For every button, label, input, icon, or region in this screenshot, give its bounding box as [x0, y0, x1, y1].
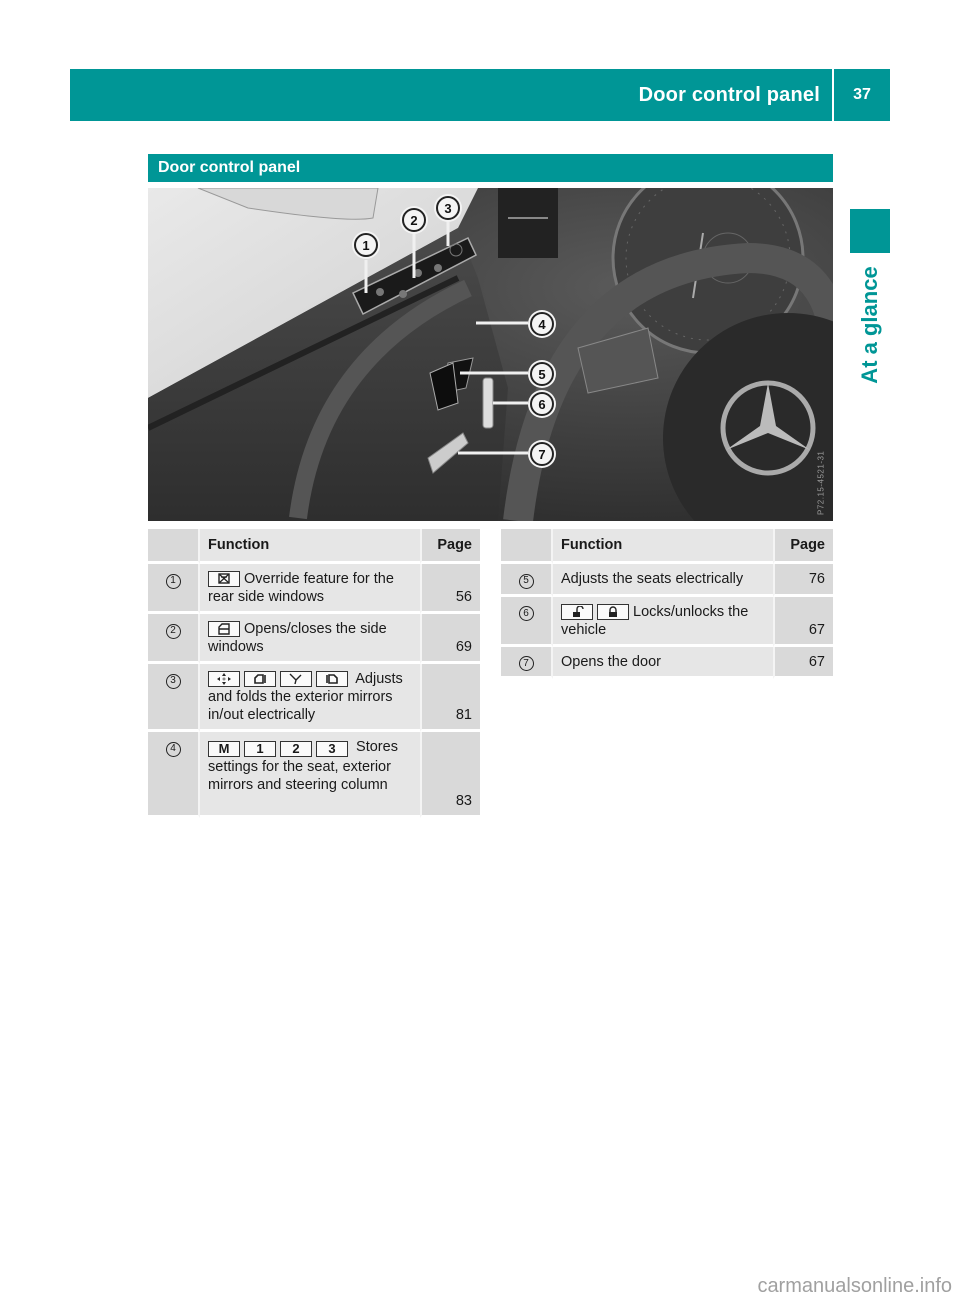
- side-tab-label: At a glance: [846, 260, 894, 390]
- rear-window-override-icon: [208, 571, 240, 587]
- header-number: [501, 529, 553, 564]
- watermark: carmanualsonline.info: [757, 1275, 952, 1297]
- page-ref[interactable]: 76: [773, 564, 833, 597]
- table-row: 1 Override feature for the rear side win…: [148, 564, 480, 614]
- page-ref[interactable]: 69: [420, 614, 480, 664]
- page-ref[interactable]: 56: [420, 564, 480, 614]
- callout-7: 7: [530, 442, 554, 466]
- mirror-adjust-arrows-icon: [208, 671, 240, 687]
- callout-1: 1: [354, 233, 378, 257]
- page-ref[interactable]: 81: [420, 664, 480, 732]
- running-header-bar: Door control panel: [70, 69, 832, 121]
- section-header: Door control panel: [148, 154, 833, 182]
- photo-illustration: [148, 188, 833, 521]
- callout-3: 3: [436, 196, 460, 220]
- function-table-left: Function Page 1 Override feature for the…: [148, 529, 480, 818]
- header-number: [148, 529, 200, 564]
- memory-key-3: 3: [316, 740, 348, 757]
- header-function: Function: [200, 529, 420, 564]
- table-row: 5 Adjusts the seats electrically 76: [501, 564, 833, 597]
- table-row: 7 Opens the door 67: [501, 646, 833, 679]
- table-row: 4 M 1 2 3 Stores settings for the seat, …: [148, 732, 480, 818]
- section-title: Door control panel: [158, 159, 301, 176]
- mirror-fold-icon: [280, 671, 312, 687]
- right-mirror-icon: [316, 671, 348, 687]
- table-header-row: Function Page: [148, 529, 480, 564]
- page-ref[interactable]: 67: [773, 646, 833, 679]
- item-number: 1: [165, 573, 181, 589]
- table-header-row: Function Page: [501, 529, 833, 564]
- item-number: 6: [518, 606, 534, 621]
- item-number: 4: [165, 741, 181, 757]
- header-page: Page: [773, 529, 833, 564]
- image-code: P72.15-4521-31: [816, 450, 825, 515]
- page-number: 37: [834, 69, 890, 121]
- header-function: Function: [553, 529, 773, 564]
- lock-icon: [597, 603, 629, 620]
- callout-5: 5: [530, 362, 554, 386]
- door-control-photo: 1 2 3 4 5 6 7 P72.15-4521-31: [148, 188, 833, 521]
- memory-key-1: 1: [244, 740, 276, 757]
- function-text: Adjusts the seats electrically: [561, 571, 744, 587]
- item-number: 2: [165, 623, 181, 639]
- table-row: 2 Opens/closes the side windows 69: [148, 614, 480, 664]
- function-table-right: Function Page 5 Adjusts the seats electr…: [501, 529, 833, 679]
- callout-4: 4: [530, 312, 554, 336]
- callout-6: 6: [530, 392, 554, 416]
- unlock-icon: [561, 603, 593, 620]
- side-tab-marker: [850, 209, 890, 253]
- item-number: 3: [165, 673, 181, 689]
- item-number: 7: [518, 656, 534, 671]
- table-row: 6 Locks/unlocks the vehicle 67: [501, 596, 833, 647]
- page-ref[interactable]: 83: [420, 732, 480, 818]
- memory-key-m: M: [208, 740, 240, 757]
- running-header-title: Door control panel: [638, 83, 820, 106]
- lock-switch: [482, 377, 494, 429]
- running-header: Door control panel 37: [70, 69, 890, 121]
- item-number: 5: [518, 573, 534, 589]
- function-text: Opens the door: [561, 653, 661, 670]
- memory-key-2: 2: [280, 740, 312, 757]
- header-page: Page: [420, 529, 480, 564]
- side-tab-text: At a glance: [857, 266, 882, 384]
- air-vent: [498, 188, 558, 258]
- left-mirror-icon: [244, 671, 276, 687]
- side-window-icon: [208, 621, 240, 637]
- table-row: 3 Adjusts and folds the exterior mirrors…: [148, 664, 480, 732]
- page-ref[interactable]: 67: [773, 596, 833, 647]
- callout-2: 2: [402, 208, 426, 232]
